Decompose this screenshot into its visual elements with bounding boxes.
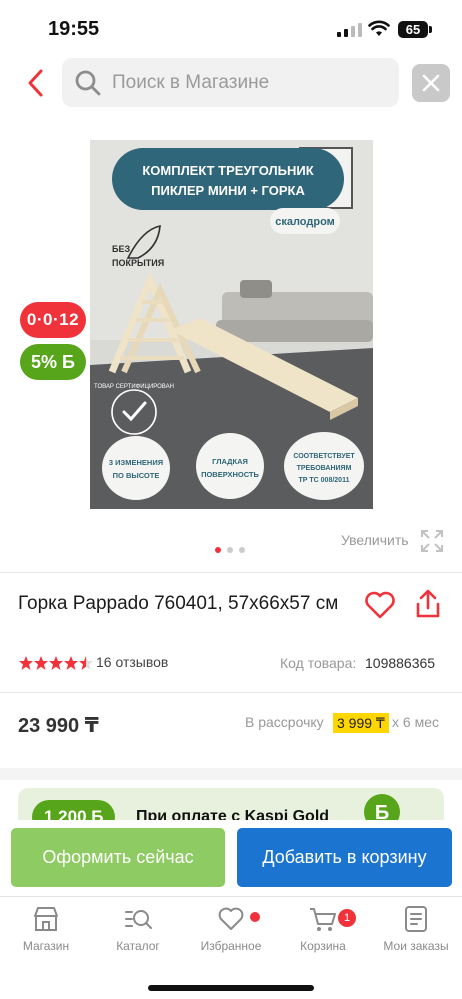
tab-label: Мои заказы [383, 939, 449, 953]
catalog-search-icon [125, 910, 152, 929]
favorite-heart-icon[interactable] [364, 591, 396, 619]
wifi-icon [368, 20, 390, 36]
buy-now-button[interactable]: Оформить сейчас [11, 828, 225, 887]
feature-1-line-1: 3 ИЗМЕНЕНИЯ [109, 458, 163, 467]
bottom-tab-bar: Магазин Каталог Избранное Корзина 1 Мои … [0, 896, 462, 999]
rating-stars [19, 656, 93, 670]
zoom-button[interactable]: Увеличить [341, 532, 409, 548]
installment-badge: 0·0·12 [20, 302, 86, 338]
battery-icon: 65 [398, 21, 432, 38]
search-icon [75, 70, 101, 96]
installment-amount: 3 999 ₸ [333, 713, 389, 733]
bonus-badge: 5% Б [20, 344, 86, 380]
tab-label: Каталог [116, 939, 160, 953]
divider [0, 572, 462, 573]
search-input[interactable] [112, 58, 392, 107]
product-image[interactable]: КОМПЛЕКТ ТРЕУГОЛЬНИК ПИКЛЕР МИНИ + ГОРКА… [90, 140, 373, 509]
sku-label: Код товара: [280, 655, 357, 671]
tab-favorites[interactable]: Избранное [186, 905, 276, 961]
status-time: 19:55 [48, 18, 100, 40]
uncoated-tag-2: ПОКРЫТИЯ [112, 258, 164, 268]
banner-line-1: КОМПЛЕКТ ТРЕУГОЛЬНИК [142, 163, 313, 178]
tab-orders[interactable]: Мои заказы [371, 905, 461, 961]
status-bar: 19:55 65 [0, 0, 462, 56]
certified-seal: ТОВАР СЕРТИФИЦИРОВАН [94, 384, 174, 390]
notification-dot [250, 912, 260, 922]
back-button[interactable] [22, 66, 52, 100]
add-to-cart-button[interactable]: Добавить в корзину [237, 828, 452, 887]
product-photo: КОМПЛЕКТ ТРЕУГОЛЬНИК ПИКЛЕР МИНИ + ГОРКА… [90, 140, 373, 509]
uncoated-tag-1: БЕЗ [112, 244, 130, 254]
heart-icon [218, 907, 244, 930]
price: 23 990 ₸ [18, 715, 99, 737]
search-box[interactable] [62, 58, 399, 107]
tab-label: Корзина [300, 939, 346, 953]
home-indicator [148, 985, 314, 991]
banner-line-2: ПИКЛЕР МИНИ + ГОРКА [151, 183, 305, 198]
divider [0, 692, 462, 693]
feature-3-line-2: ТРЕБОВАНИЯМ [297, 465, 352, 472]
gallery-dot-active [215, 547, 221, 553]
gallery-dot [239, 547, 245, 553]
cellular-signal-icon [337, 23, 363, 37]
installment-label: В рассрочку [245, 714, 324, 730]
feature-1-line-2: ПО ВЫСОТЕ [113, 471, 160, 480]
feature-2-line-2: ПОВЕРХНОСТЬ [201, 470, 259, 479]
close-button[interactable] [412, 64, 450, 102]
reviews-link[interactable]: 16 отзывов [96, 654, 168, 670]
feature-2-line-1: ГЛАДКАЯ [212, 457, 248, 466]
installment-months: x 6 мес [392, 714, 439, 730]
close-icon [422, 74, 440, 92]
feature-3-line-3: ТР ТС 008/2011 [299, 477, 350, 484]
cart-count-badge: 1 [338, 909, 356, 927]
feature-3-line-1: СООТВЕТСТВУЕТ [293, 453, 355, 460]
tab-cart[interactable]: Корзина 1 [278, 905, 368, 961]
tab-catalog[interactable]: Каталог [93, 905, 183, 961]
tab-store[interactable]: Магазин [1, 905, 91, 961]
tab-label: Избранное [200, 939, 262, 953]
share-icon[interactable] [414, 588, 442, 620]
section-separator [0, 768, 462, 780]
gallery-pagination [215, 547, 255, 555]
expand-icon[interactable] [420, 529, 444, 553]
orders-icon [405, 906, 427, 932]
cart-icon [310, 908, 336, 931]
sku-value: 109886365 [365, 655, 436, 671]
gallery-dot [227, 547, 233, 553]
product-title: Горка Pappado 760401, 57х66х57 см [18, 593, 339, 614]
tab-label: Магазин [22, 939, 70, 953]
climb-tag: скалодром [275, 216, 335, 228]
store-icon [34, 907, 58, 931]
